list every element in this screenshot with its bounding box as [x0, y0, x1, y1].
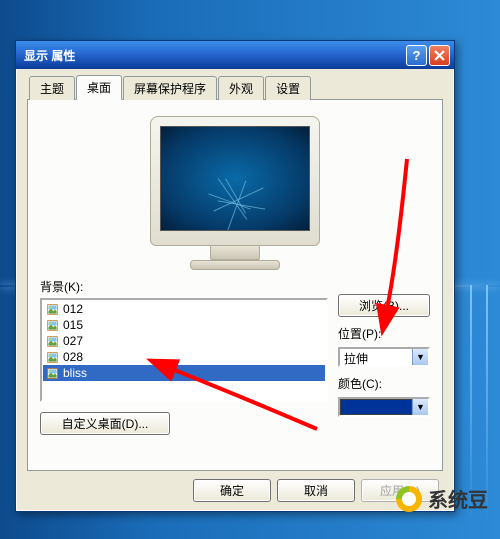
position-label: 位置(P): — [338, 325, 430, 342]
position-combobox[interactable]: 拉伸 ▼ — [338, 347, 430, 367]
list-item[interactable]: 015 — [43, 317, 325, 333]
close-icon — [434, 50, 445, 61]
wallpaper-preview — [160, 126, 310, 231]
tab-settings[interactable]: 设置 — [265, 76, 311, 100]
dialog-body: 主题 桌面 屏幕保护程序 外观 设置 — [16, 69, 454, 511]
tab-strip: 主题 桌面 屏幕保护程序 外观 设置 — [27, 77, 443, 99]
close-button[interactable] — [429, 45, 450, 66]
list-item[interactable]: 012 — [43, 301, 325, 317]
list-item-label: 028 — [63, 350, 83, 364]
color-label: 颜色(C): — [338, 375, 430, 392]
dialog-title: 显示 属性 — [24, 47, 404, 64]
tab-appearance[interactable]: 外观 — [218, 76, 264, 100]
tab-panel-desktop: 背景(K): 012 015 027 028 bliss 自定义桌面(D)... 浏览(… — [27, 99, 443, 471]
customize-desktop-button[interactable]: 自定义桌面(D)... — [40, 412, 170, 435]
list-item-label: bliss — [63, 366, 87, 380]
list-item[interactable]: 027 — [43, 333, 325, 349]
chevron-down-icon: ▼ — [412, 349, 428, 365]
color-swatch — [340, 399, 412, 415]
tab-theme[interactable]: 主题 — [29, 76, 75, 100]
background-label: 背景(K): — [40, 278, 328, 295]
list-item-label: 012 — [63, 302, 83, 316]
preview-area — [40, 110, 430, 278]
position-value: 拉伸 — [340, 349, 412, 365]
list-item[interactable]: 028 — [43, 349, 325, 365]
browse-button[interactable]: 浏览(B)... — [338, 294, 430, 317]
help-button[interactable]: ? — [406, 45, 427, 66]
monitor-preview — [150, 116, 320, 270]
display-properties-dialog: 显示 属性 ? 主题 桌面 屏幕保护程序 外观 设置 — [15, 40, 455, 512]
ok-button[interactable]: 确定 — [193, 479, 271, 502]
chevron-down-icon: ▼ — [412, 399, 428, 415]
list-item-label: 027 — [63, 334, 83, 348]
tab-desktop[interactable]: 桌面 — [76, 75, 122, 100]
watermark-text: 系统豆 — [428, 484, 488, 513]
cancel-button[interactable]: 取消 — [277, 479, 355, 502]
dialog-button-row: 确定 取消 应用(A) — [27, 471, 443, 504]
background-listbox[interactable]: 012 015 027 028 bliss — [40, 298, 328, 402]
titlebar[interactable]: 显示 属性 ? — [16, 41, 454, 69]
tab-screensaver[interactable]: 屏幕保护程序 — [123, 76, 217, 100]
watermark: 系统豆 — [396, 484, 488, 513]
color-combobox[interactable]: ▼ — [338, 397, 430, 417]
watermark-icon — [396, 486, 422, 512]
list-item-label: 015 — [63, 318, 83, 332]
list-item[interactable]: bliss — [43, 365, 325, 381]
